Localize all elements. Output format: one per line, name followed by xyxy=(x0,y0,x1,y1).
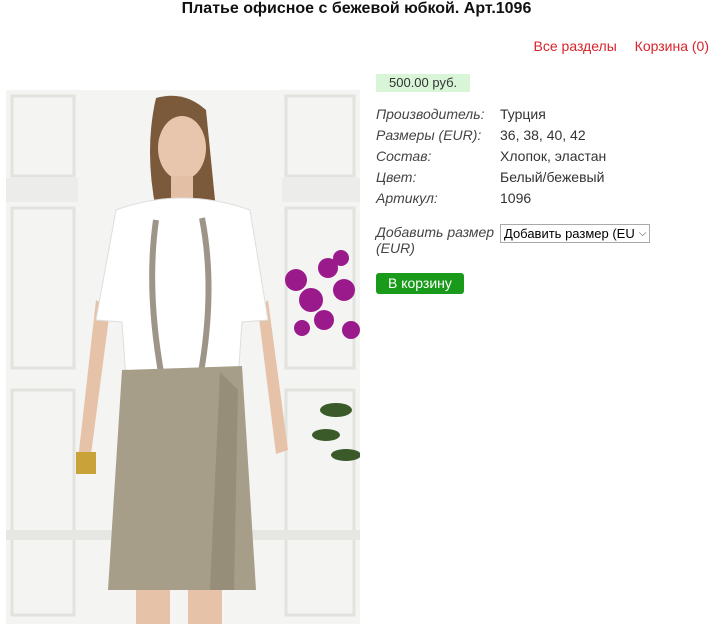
property-value: 1096 xyxy=(500,190,532,206)
product-properties: Производитель: Турция Размеры (EUR): 36,… xyxy=(376,104,606,209)
size-select-value: Добавить размер (EU xyxy=(504,226,635,241)
property-row: Цвет: Белый/бежевый xyxy=(376,167,606,188)
product-photo-image xyxy=(6,90,360,624)
property-label: Артикул: xyxy=(376,190,438,206)
property-label: Размеры (EUR): xyxy=(376,127,482,143)
property-value: Белый/бежевый xyxy=(500,169,605,185)
property-label: Производитель: xyxy=(376,106,485,122)
top-links: Все разделы Корзина (0) xyxy=(520,38,709,54)
size-select[interactable]: Добавить размер (EU ⌵ xyxy=(500,224,650,243)
size-row: Добавить размер (EUR) Добавить размер (E… xyxy=(376,224,650,256)
property-label: Состав: xyxy=(376,148,432,164)
property-value: Хлопок, эластан xyxy=(500,148,607,164)
property-row: Артикул: 1096 xyxy=(376,188,606,209)
property-value: Турция xyxy=(500,106,546,122)
page-title: Платье офисное с бежевой юбкой. Арт.1096 xyxy=(181,0,532,17)
cart-link[interactable]: Корзина (0) xyxy=(635,38,709,54)
property-row: Размеры (EUR): 36, 38, 40, 42 xyxy=(376,125,606,146)
property-row: Состав: Хлопок, эластан xyxy=(376,146,606,167)
property-value: 36, 38, 40, 42 xyxy=(500,127,586,143)
chevron-down-icon: ⌵ xyxy=(638,228,647,239)
add-to-cart-button[interactable]: В корзину xyxy=(376,273,464,294)
product-photo xyxy=(6,90,360,624)
all-sections-link[interactable]: Все разделы xyxy=(534,38,617,54)
price-badge: 500.00 руб. xyxy=(376,74,471,92)
property-label: Цвет: xyxy=(376,169,417,185)
property-row: Производитель: Турция xyxy=(376,104,606,125)
size-label: Добавить размер (EUR) xyxy=(376,224,495,256)
